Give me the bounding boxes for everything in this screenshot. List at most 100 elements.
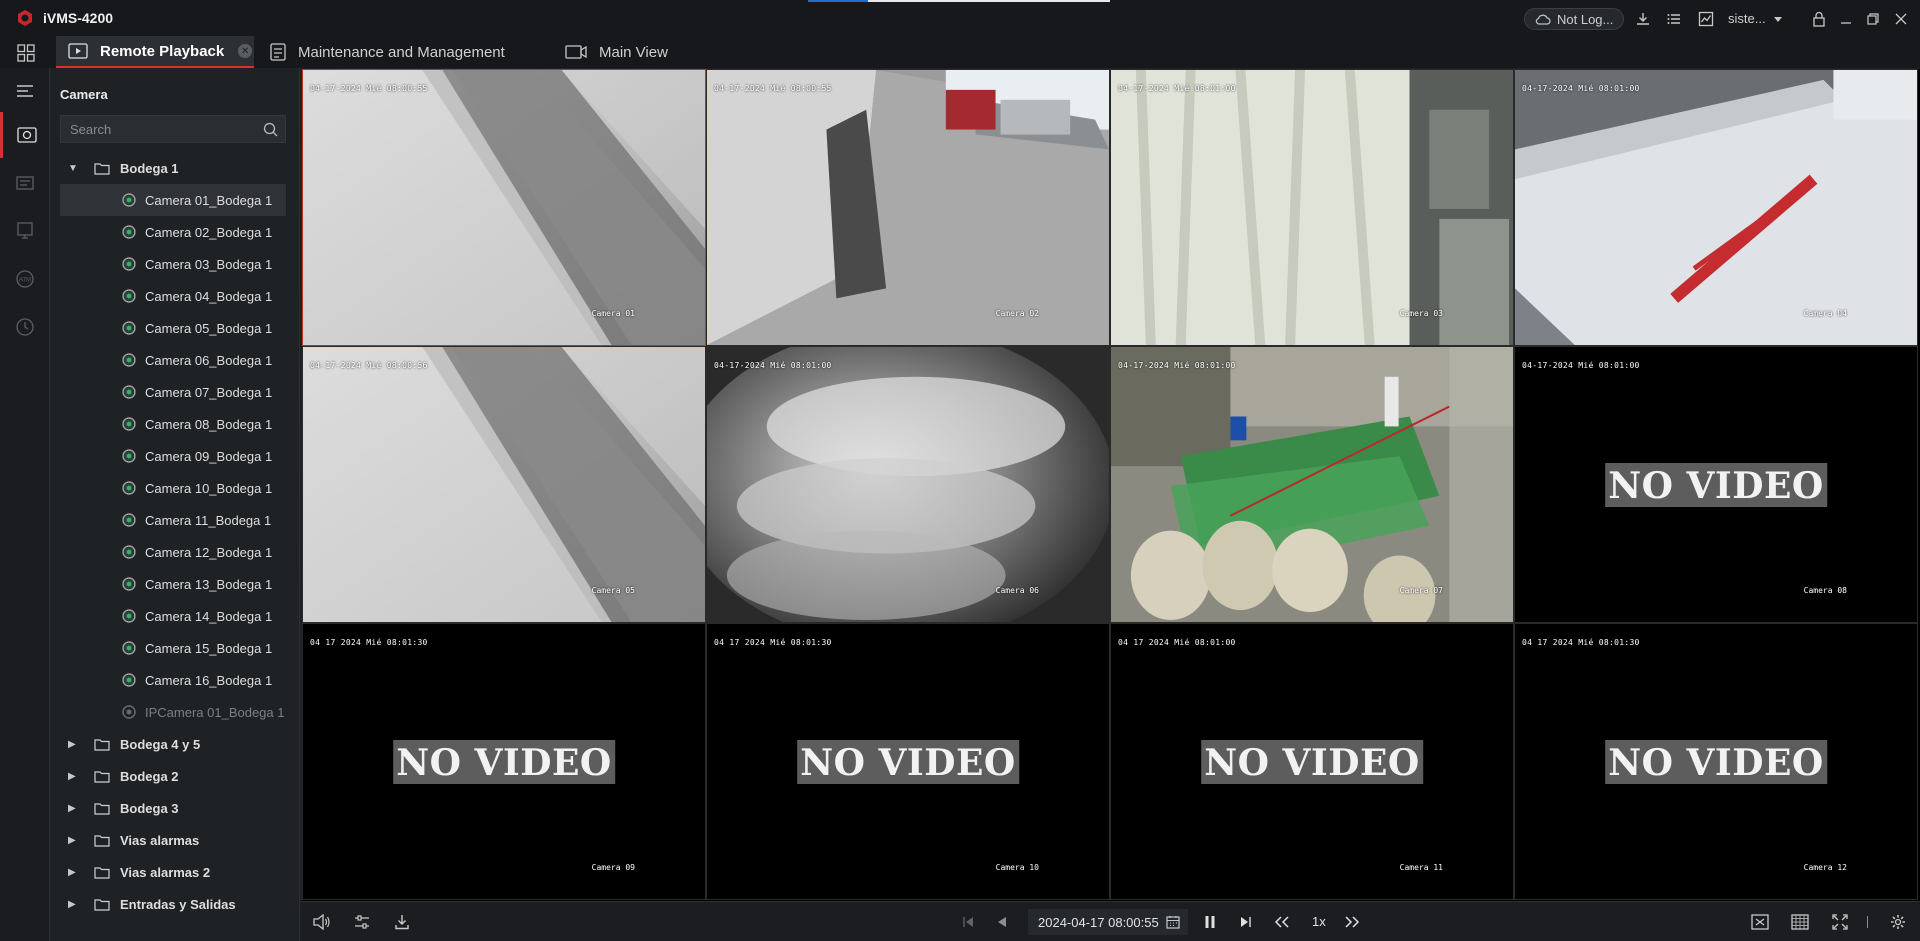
tree-group-item[interactable]: ▶ Vias alarmas	[60, 824, 286, 856]
pause-icon[interactable]	[1200, 912, 1220, 932]
tree-camera-item[interactable]: Camera 04_Bodega 1	[60, 280, 286, 312]
close-tab-icon[interactable]: ✕	[238, 44, 253, 58]
close-icon[interactable]	[1892, 10, 1910, 28]
rail-device-playback[interactable]	[0, 208, 50, 254]
search-icon[interactable]	[263, 122, 278, 137]
group-label: Bodega 4 y 5	[120, 736, 201, 752]
menu-icon	[17, 85, 33, 97]
camera-label: Camera 04_Bodega 1	[145, 288, 273, 304]
video-tile[interactable]: 04-17-2024 Mié 08:01:00 Camera 08 NO VIDEO	[1514, 346, 1918, 623]
tree-camera-item[interactable]: Camera 08_Bodega 1	[60, 408, 286, 440]
account-status-button[interactable]: Not Log...	[1524, 8, 1624, 30]
osd-camera-name: Camera 03	[1399, 309, 1443, 318]
task-list-icon[interactable]	[1665, 10, 1683, 28]
video-tile[interactable]: 04-17-2024 Mié 08:01:00 Camera 07	[1110, 346, 1514, 623]
tree-camera-item[interactable]: Camera 16_Bodega 1	[60, 664, 286, 696]
tree-group-item[interactable]: ▶ Entradas y Salidas	[60, 888, 286, 920]
tree-camera-item[interactable]: Camera 06_Bodega 1	[60, 344, 286, 376]
tab-remote-playback[interactable]: Remote Playback ✕	[56, 36, 254, 68]
skip-start-icon[interactable]	[958, 912, 978, 932]
window-layout-icon[interactable]	[1790, 912, 1810, 932]
tree-group-item[interactable]: ▶ Bodega 4 y 5	[60, 728, 286, 760]
video-tile[interactable]: 04 17 2024 Mié 08:01:30 Camera 10 NO VIDEO	[706, 623, 1110, 900]
chevron-down-icon[interactable]	[1769, 10, 1787, 28]
osd-timestamp: 04-17-2024 Mié 08:01:00	[1118, 361, 1236, 370]
video-tile[interactable]: 04 17 2024 Mié 08:01:30 Camera 12 NO VIDEO	[1514, 623, 1918, 900]
calendar-icon[interactable]	[1166, 915, 1180, 929]
volume-icon[interactable]	[312, 912, 332, 932]
stop-all-icon[interactable]	[1750, 912, 1770, 932]
tree-camera-item[interactable]: Camera 05_Bodega 1	[60, 312, 286, 344]
playback-datetime-picker[interactable]: 2024-04-17 08:00:55	[1028, 909, 1188, 935]
collapsed-arrow-icon[interactable]: ▶	[68, 739, 80, 750]
download-icon[interactable]	[1634, 10, 1652, 28]
download-icon[interactable]	[392, 912, 412, 932]
tree-camera-item[interactable]: Camera 07_Bodega 1	[60, 376, 286, 408]
tree-group-item[interactable]: ▶ Vias alarmas 2	[60, 856, 286, 888]
user-menu-label[interactable]: siste...	[1728, 11, 1766, 26]
no-video-label: NO VIDEO	[1605, 462, 1827, 507]
tab-maintenance[interactable]: Maintenance and Management	[270, 36, 505, 68]
expanded-arrow-icon[interactable]: ▼	[68, 163, 80, 174]
tab-main-view[interactable]: Main View	[565, 36, 668, 68]
fullscreen-icon[interactable]	[1830, 912, 1850, 932]
video-feed	[707, 70, 1109, 345]
module-grid-icon[interactable]	[17, 44, 35, 62]
minimize-icon[interactable]	[1837, 10, 1855, 28]
tree-camera-item[interactable]: Camera 02_Bodega 1	[60, 216, 286, 248]
collapsed-arrow-icon[interactable]: ▶	[68, 899, 80, 910]
restore-icon[interactable]	[1864, 10, 1882, 28]
tree-group-item[interactable]: ▶ Bodega 3	[60, 792, 286, 824]
camera-online-icon	[122, 513, 136, 527]
tree-camera-item[interactable]: Camera 03_Bodega 1	[60, 248, 286, 280]
menu-toggle-button[interactable]	[0, 68, 50, 114]
slow-down-icon[interactable]	[1272, 912, 1292, 932]
previous-frame-icon[interactable]	[992, 912, 1012, 932]
adjust-icon[interactable]	[352, 912, 372, 932]
rail-event-playback[interactable]	[0, 160, 50, 206]
video-tile[interactable]: 04-17-2024 Mié 08:00:55 Camera 01	[302, 69, 706, 346]
rail-camera-playback[interactable]	[0, 112, 50, 158]
rail-search-playback[interactable]	[0, 304, 50, 350]
tree-camera-item[interactable]: Camera 09_Bodega 1	[60, 440, 286, 472]
video-feed	[1111, 347, 1513, 622]
statistics-icon[interactable]	[1697, 10, 1715, 28]
tree-camera-item[interactable]: Camera 01_Bodega 1	[60, 184, 286, 216]
tree-camera-item[interactable]: Camera 12_Bodega 1	[60, 536, 286, 568]
collapsed-arrow-icon[interactable]: ▶	[68, 835, 80, 846]
tree-group-item[interactable]: ▶ Bodega 2	[60, 760, 286, 792]
window-indicator-2	[868, 0, 1110, 2]
video-tile[interactable]: 04 17 2024 Mié 08:01:30 Camera 09 NO VIDEO	[302, 623, 706, 900]
next-frame-icon[interactable]	[1236, 912, 1256, 932]
rail-atm-playback[interactable]: ATM	[0, 256, 50, 302]
collapsed-arrow-icon[interactable]: ▶	[68, 771, 80, 782]
video-tile[interactable]: 04-17-2024 Mié 08:01:00 Camera 04	[1514, 69, 1918, 346]
playback-icon	[68, 43, 88, 59]
video-tile[interactable]: 04 17 2024 Mié 08:01:00 Camera 11 NO VIDEO	[1110, 623, 1514, 900]
lock-icon[interactable]	[1810, 10, 1828, 28]
tree-camera-item[interactable]: Camera 14_Bodega 1	[60, 600, 286, 632]
osd-timestamp: 04-17-2024 Mié 08:01:00	[1118, 84, 1236, 93]
camera-label: Camera 03_Bodega 1	[145, 256, 273, 272]
window-indicator	[808, 0, 868, 2]
gear-icon[interactable]	[1888, 912, 1908, 932]
osd-timestamp: 04 17 2024 Mié 08:01:30	[714, 638, 832, 647]
video-tile[interactable]: 04-17-2024 Mié 08:01:00 Camera 06	[706, 346, 1110, 623]
speed-up-icon[interactable]	[1342, 912, 1362, 932]
osd-camera-name: Camera 01	[591, 309, 635, 318]
camera-online-icon	[122, 321, 136, 335]
collapsed-arrow-icon[interactable]: ▶	[68, 867, 80, 878]
tree-camera-item[interactable]: Camera 10_Bodega 1	[60, 472, 286, 504]
video-tile[interactable]: 04-17-2024 Mié 08:00:55 Camera 02	[706, 69, 1110, 346]
tree-camera-item[interactable]: Camera 15_Bodega 1	[60, 632, 286, 664]
tree-ipcamera[interactable]: IPCamera 01_Bodega 1	[60, 696, 286, 728]
video-tile[interactable]: 04-17-2024 Mié 08:01:00 Camera 03	[1110, 69, 1514, 346]
osd-camera-name: Camera 10	[995, 863, 1039, 872]
video-tile[interactable]: 04-17-2024 Mié 08:00:56 Camera 05	[302, 346, 706, 623]
video-feed	[1515, 70, 1917, 345]
tree-group-bodega-1[interactable]: ▼ Bodega 1	[60, 152, 286, 184]
search-input[interactable]	[61, 116, 251, 142]
tree-camera-item[interactable]: Camera 13_Bodega 1	[60, 568, 286, 600]
collapsed-arrow-icon[interactable]: ▶	[68, 803, 80, 814]
tree-camera-item[interactable]: Camera 11_Bodega 1	[60, 504, 286, 536]
